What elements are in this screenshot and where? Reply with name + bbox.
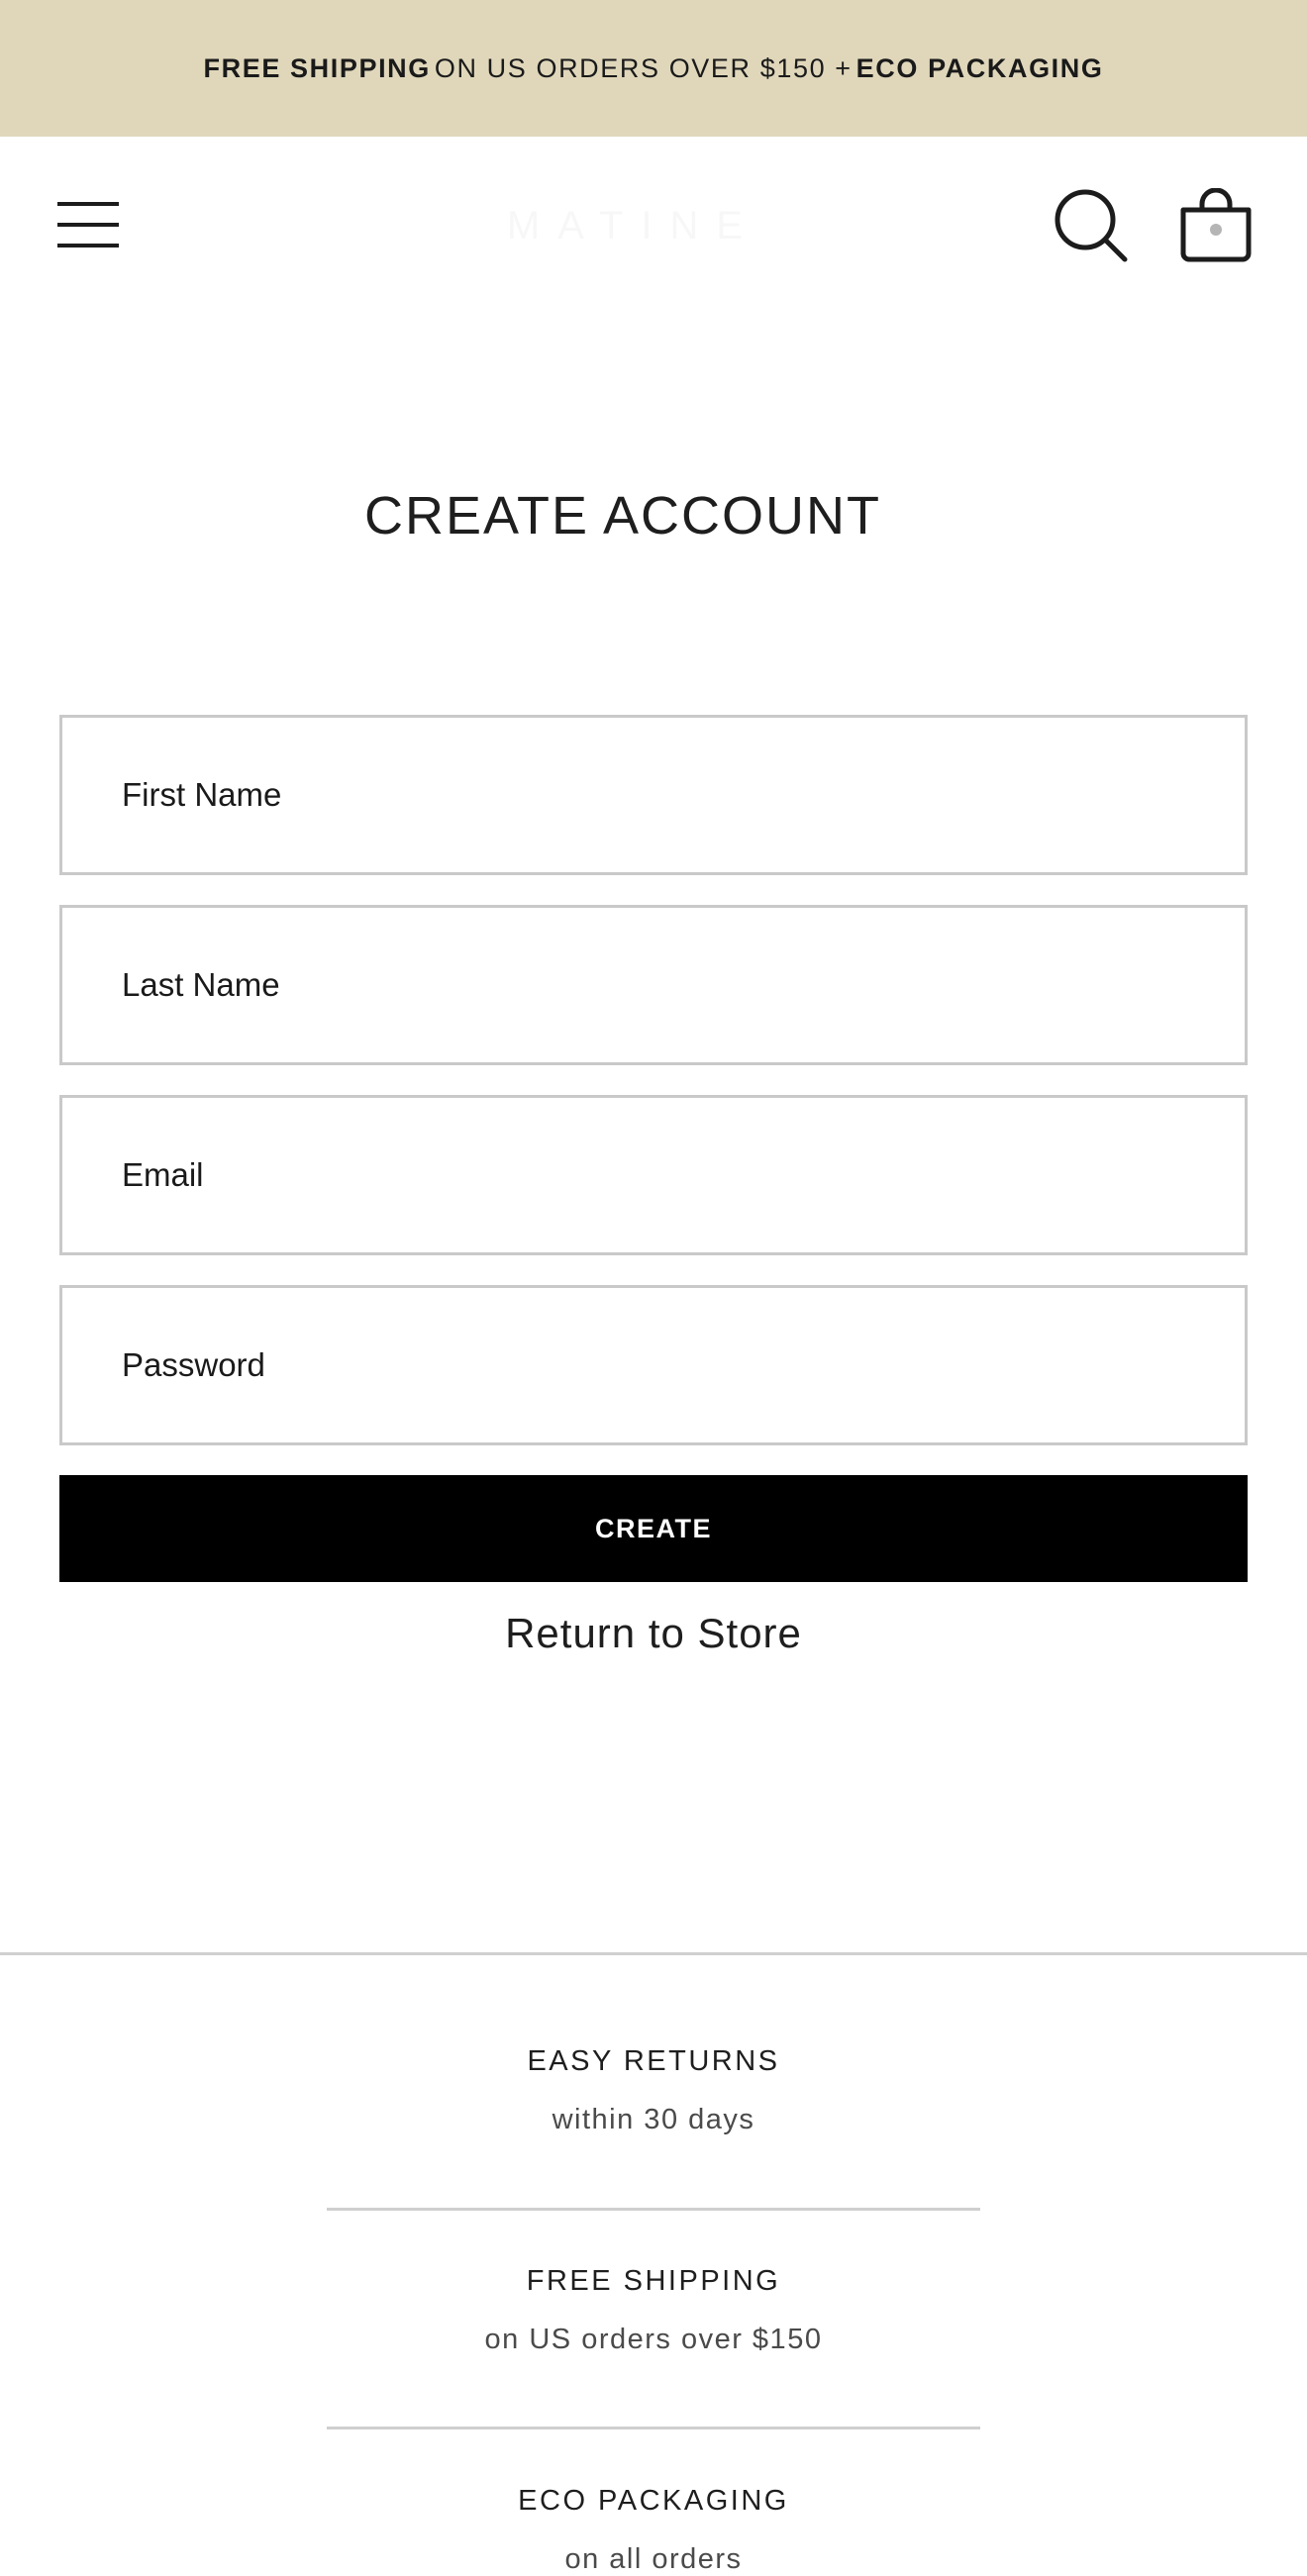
last-name-field[interactable] — [59, 905, 1248, 1065]
email-input[interactable] — [62, 1098, 1245, 1252]
feature-free-shipping: FREE SHIPPING on US orders over $150 — [327, 2265, 980, 2356]
feature-easy-returns: EASY RETURNS within 30 days — [327, 2045, 980, 2136]
email-field[interactable] — [59, 1095, 1248, 1255]
feature-title: EASY RETURNS — [527, 2045, 780, 2077]
feature-subtitle: within 30 days — [552, 2104, 755, 2135]
menu-icon[interactable] — [55, 198, 121, 251]
feature-eco-packaging: ECO PACKAGING on all orders — [327, 2485, 980, 2576]
announcement-bar: FREE SHIPPING ON US ORDERS OVER $150 + E… — [0, 0, 1307, 137]
last-name-input[interactable] — [62, 908, 1245, 1062]
create-button[interactable]: CREATE — [59, 1475, 1248, 1582]
first-name-input[interactable] — [62, 718, 1245, 872]
password-field[interactable] — [59, 1285, 1248, 1445]
return-to-store-link[interactable]: Return to Store — [0, 1610, 1307, 1657]
footer-divider — [0, 1952, 1307, 1955]
site-header: MATINE — [0, 137, 1307, 313]
feature-divider — [327, 2427, 980, 2429]
announcement-text: ON US ORDERS OVER $150 + — [434, 52, 853, 83]
password-input[interactable] — [62, 1288, 1245, 1442]
first-name-field[interactable] — [59, 715, 1248, 875]
announcement-free-shipping: FREE SHIPPING — [203, 52, 431, 83]
feature-title: FREE SHIPPING — [526, 2265, 781, 2297]
feature-divider — [327, 2208, 980, 2211]
feature-subtitle: on US orders over $150 — [484, 2324, 823, 2355]
feature-subtitle: on all orders — [564, 2543, 743, 2575]
feature-title: ECO PACKAGING — [518, 2485, 789, 2517]
site-logo[interactable]: MATINE — [416, 196, 852, 255]
search-icon[interactable] — [1054, 188, 1129, 263]
page-title: CREATE ACCOUNT — [363, 486, 882, 545]
announcement-eco-packaging: ECO PACKAGING — [855, 52, 1104, 83]
cart-icon[interactable] — [1178, 187, 1254, 263]
